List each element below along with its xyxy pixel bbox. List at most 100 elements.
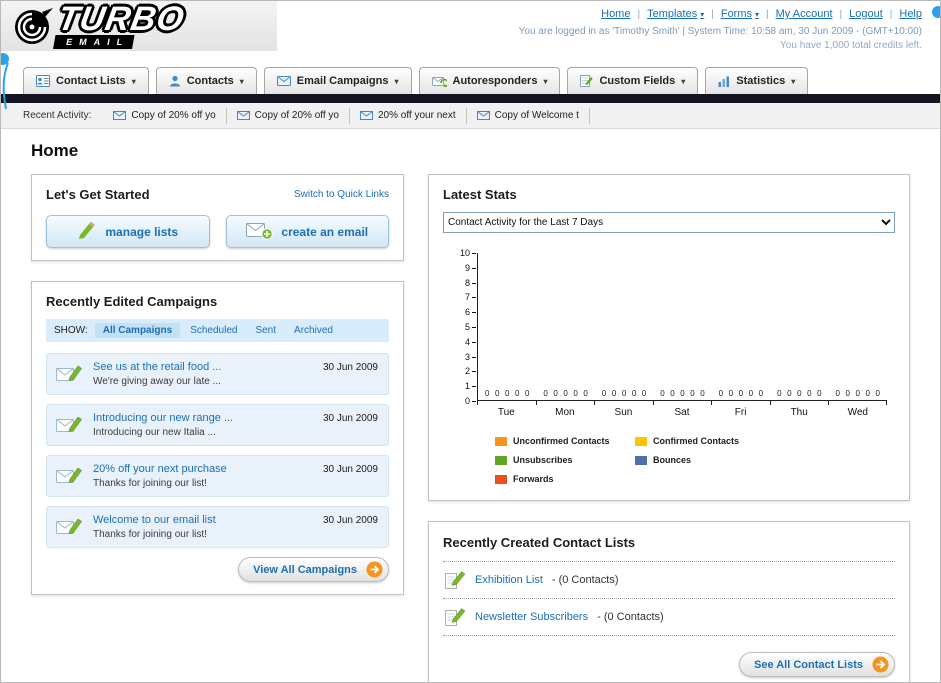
bar-value-label: 0 xyxy=(855,389,860,398)
y-axis-tick: 2 xyxy=(465,367,476,376)
campaign-title[interactable]: Introducing our new range ... xyxy=(93,412,304,424)
chart-x-axis: Tue Mon Sun Sat Fri Thu Wed xyxy=(477,401,887,418)
latest-stats-panel: Latest Stats Contact Activity for the La… xyxy=(428,174,910,501)
x-axis-label: Sat xyxy=(652,401,712,418)
header-link-logout[interactable]: Logout xyxy=(849,8,883,20)
bar-value-label: 0 xyxy=(817,389,822,398)
contact-list-name[interactable]: Newsletter Subscribers xyxy=(475,611,588,623)
chevron-down-icon: ▾ xyxy=(700,9,705,19)
nav-tab-statistics[interactable]: Statistics ▾ xyxy=(705,67,809,94)
tab-archived[interactable]: Archived xyxy=(286,323,341,338)
campaign-row[interactable]: See us at the retail food ... We're givi… xyxy=(46,353,389,395)
bar-value-label: 0 xyxy=(797,389,802,398)
nav-tab-label: Email Campaigns xyxy=(296,75,389,87)
header-link-my-account[interactable]: My Account xyxy=(776,8,833,20)
header-link-help[interactable]: Help xyxy=(899,8,922,20)
page-title: Home xyxy=(31,141,79,160)
header-link-templates[interactable]: Templates ▾ xyxy=(647,8,704,20)
recent-activity-item[interactable]: Copy of 20% off yo xyxy=(227,107,350,124)
contact-lists-title: Recently Created Contact Lists xyxy=(443,535,636,550)
contact-list-item[interactable]: Newsletter Subscribers - (0 Contacts) xyxy=(443,599,895,636)
link-separator: | xyxy=(637,8,641,20)
y-axis-tick: 9 xyxy=(465,263,476,273)
contact-lists-panel: Recently Created Contact Lists Exhibitio… xyxy=(428,521,910,682)
switch-quick-links-link[interactable]: Switch to Quick Links xyxy=(294,189,389,200)
campaign-row[interactable]: Introducing our new range ... Introducin… xyxy=(46,404,389,446)
campaigns-panel: Recently Edited Campaigns SHOW: All Camp… xyxy=(31,281,404,595)
campaign-row[interactable]: Welcome to our email list Thanks for joi… xyxy=(46,506,389,548)
bar-group: 00000 xyxy=(829,253,887,400)
bar-value-label: 0 xyxy=(777,389,782,398)
recent-activity-item[interactable]: Copy of Welcome t xyxy=(467,107,590,124)
header-link-home[interactable]: Home xyxy=(601,8,630,20)
envelope-icon xyxy=(113,111,127,120)
bar-group: 00000 xyxy=(478,253,536,400)
x-axis-label: Thu xyxy=(769,401,829,418)
tab-scheduled[interactable]: Scheduled xyxy=(182,323,245,338)
link-separator: | xyxy=(889,8,893,20)
legend-label: Unsubscribes xyxy=(513,455,573,465)
campaign-title[interactable]: See us at the retail food ... xyxy=(93,361,304,373)
pencil-list-icon xyxy=(445,571,466,589)
header-link-label: My Account xyxy=(775,8,833,20)
contact-list-item[interactable]: Exhibition List - (0 Contacts) xyxy=(443,562,895,599)
nav-tab-label: Statistics xyxy=(736,75,786,87)
see-all-contact-lists-button[interactable]: See All Contact Lists xyxy=(738,652,895,677)
campaign-title[interactable]: Welcome to our email list xyxy=(93,514,304,526)
view-all-campaigns-button[interactable]: View All Campaigns xyxy=(238,557,389,582)
campaign-subtitle: Introducing our new Italia ... xyxy=(93,427,216,438)
legend-swatch xyxy=(495,436,507,446)
campaign-subtitle: We're giving away our late ... xyxy=(93,376,221,387)
campaigns-tabstrip: SHOW: All Campaigns Scheduled Sent Archi… xyxy=(46,319,389,342)
header-link-forms[interactable]: Forms ▾ xyxy=(721,8,759,20)
tab-sent[interactable]: Sent xyxy=(247,323,284,338)
see-all-contact-lists-label: See All Contact Lists xyxy=(753,658,863,671)
y-axis-tick: 7 xyxy=(465,293,476,302)
campaign-row[interactable]: 20% off your next purchase Thanks for jo… xyxy=(46,455,389,497)
legend-swatch xyxy=(635,436,647,446)
create-email-button[interactable]: create an email xyxy=(225,215,389,248)
legend-item: Bounces xyxy=(635,455,775,465)
legend-label: Unconfirmed Contacts xyxy=(513,436,610,446)
campaign-title[interactable]: 20% off your next purchase xyxy=(93,463,304,475)
legend-label: Bounces xyxy=(653,455,692,465)
recent-activity-item[interactable]: 20% off your next xyxy=(350,107,467,124)
nav-tab-contact-lists[interactable]: Contact Lists ▾ xyxy=(23,67,149,94)
envelope-icon xyxy=(359,111,373,120)
y-axis-tick: 8 xyxy=(465,278,476,288)
envelope-pencil-icon xyxy=(56,413,83,441)
legend-label: Confirmed Contacts xyxy=(653,436,740,446)
main-nav: Contact Lists ▾ Contacts ▾ Email Campaig… xyxy=(1,63,940,94)
bar-value-label: 0 xyxy=(865,389,870,398)
x-axis-label: Mon xyxy=(535,401,595,418)
bar-value-label: 0 xyxy=(553,389,558,398)
recent-activity-item-label: Copy of 20% off yo xyxy=(254,110,339,121)
bar-value-label: 0 xyxy=(514,389,520,398)
campaign-date: 30 Jun 2009 xyxy=(322,362,378,373)
nav-tab-custom-fields[interactable]: Custom Fields ▾ xyxy=(567,67,699,94)
credits-info: You have 1,000 total credits left. xyxy=(780,40,922,51)
nav-tab-contacts[interactable]: Contacts ▾ xyxy=(155,67,257,94)
bar-value-label: 0 xyxy=(524,389,530,398)
statistics-icon xyxy=(718,76,730,87)
bar-value-label: 0 xyxy=(494,389,500,398)
tab-all-campaigns[interactable]: All Campaigns xyxy=(94,323,181,338)
manage-lists-button[interactable]: manage lists xyxy=(46,215,210,248)
legend-item: Unsubscribes xyxy=(495,455,635,465)
recent-activity-item[interactable]: Copy of 20% off yo xyxy=(103,107,227,124)
envelope-pencil-icon xyxy=(56,515,83,543)
nav-tab-autoresponders[interactable]: Autoresponders ▾ xyxy=(418,67,561,94)
main-content: Home Let's Get Started Switch to Quick L… xyxy=(1,129,940,682)
header-link-label: Logout xyxy=(849,8,883,20)
stats-period-select[interactable]: Contact Activity for the Last 7 Days xyxy=(443,212,895,233)
app-logo: TURBO EMAIL xyxy=(9,1,188,50)
contact-list-detail: - (0 Contacts) xyxy=(597,611,664,623)
contact-list-name[interactable]: Exhibition List xyxy=(475,574,543,586)
nav-tab-email-campaigns[interactable]: Email Campaigns ▾ xyxy=(263,67,412,94)
recent-activity-label: Recent Activity: xyxy=(23,110,92,121)
header-links: Home | Templates ▾ | Forms ▾ | My Account … xyxy=(519,8,922,20)
bar-value-label: 0 xyxy=(835,389,840,398)
bar-value-label: 0 xyxy=(748,389,754,398)
campaigns-title: Recently Edited Campaigns xyxy=(46,294,218,309)
y-axis-tick: 10 xyxy=(460,249,476,258)
